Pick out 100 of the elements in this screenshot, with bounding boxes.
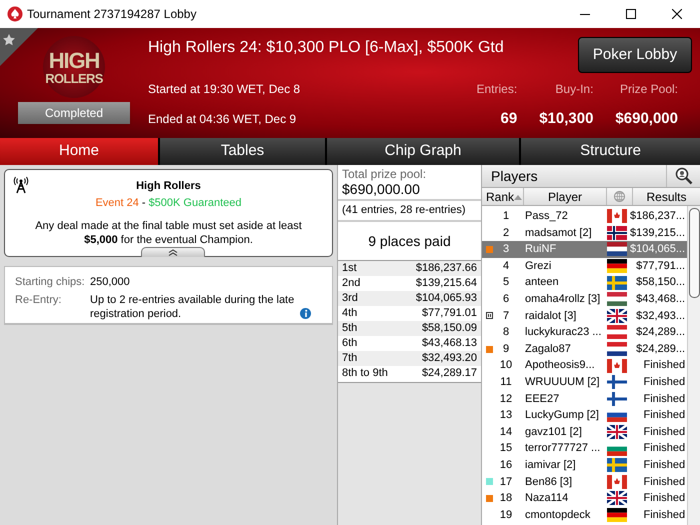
player-name: luckykurac23 ...	[524, 325, 602, 340]
detail-label: Starting chips:	[15, 275, 86, 289]
spade-logo-icon	[7, 6, 23, 22]
entries-summary: (41 entries, 28 re-entries)	[338, 201, 481, 222]
result-cell-text: Finished	[642, 474, 686, 490]
detail-label: Re-Entry:	[15, 293, 62, 308]
rank-cell-text: 18	[498, 491, 514, 506]
logo-text: HIGH	[48, 50, 100, 72]
rank-cell-text: 15	[498, 441, 514, 456]
rank-cell-text: 1	[502, 209, 510, 224]
rank-cell-text: 5	[502, 275, 510, 290]
stat-value: $690,000	[615, 109, 678, 129]
column-header[interactable]: Player	[524, 188, 607, 205]
scroll-thumb[interactable]	[688, 208, 700, 298]
rank-cell-text: 16	[498, 458, 514, 473]
prize-place: 4th	[342, 306, 358, 322]
window-title: Tournament 2737194287 Lobby	[27, 6, 196, 23]
rank-cell-text: 14	[498, 424, 514, 440]
player-name: Ben86 [3]	[524, 474, 574, 490]
tab[interactable]: Structure	[521, 138, 700, 165]
flag-icon	[607, 474, 627, 489]
player-name: WRUUUUM [2]	[524, 374, 601, 390]
player-name: RuiNF	[524, 242, 558, 258]
scrollbar[interactable]	[687, 206, 700, 525]
column-header[interactable]: Results	[633, 188, 700, 205]
result-cell-text: $24,289...	[635, 325, 686, 340]
stat-label: Prize Pool:	[620, 81, 678, 98]
player-name: Grezi	[524, 258, 552, 274]
tab[interactable]: Chip Graph	[327, 138, 519, 165]
collapse-button[interactable]	[141, 247, 205, 257]
player-name: Apotheosis9...	[524, 358, 596, 374]
result-cell-text: Finished	[642, 508, 686, 523]
star-icon[interactable]	[0, 28, 40, 68]
flag-icon	[607, 375, 627, 390]
rank-cell-text: 17	[498, 474, 514, 490]
tab[interactable]: Tables	[160, 138, 325, 165]
player-name: gavz101 [2]	[524, 424, 583, 440]
guarantee-text: $500K Guaranteed	[148, 196, 242, 210]
result-cell-text: Finished	[642, 392, 686, 407]
stat-label: Entries:	[476, 81, 518, 98]
flag-icon	[607, 342, 627, 356]
prize-amount: $58,150.09	[422, 321, 477, 336]
result-cell-text: Finished	[642, 358, 686, 374]
result-cell-text: Finished	[642, 491, 686, 506]
flag-icon	[607, 491, 627, 506]
detail-value: 250,000	[90, 275, 131, 289]
panel-title: Players	[490, 166, 539, 186]
result-cell-text: $186,237...	[630, 209, 686, 224]
rank-cell-text: 2	[502, 226, 510, 241]
player-name: iamivar [2]	[524, 458, 577, 473]
poker-lobby-button[interactable]: Poker Lobby	[578, 37, 692, 73]
flag-icon	[607, 325, 627, 340]
sort-arrow-icon	[514, 194, 522, 200]
prize-amount: $186,237.66	[416, 261, 477, 276]
globe-icon	[614, 191, 625, 202]
flag-icon	[607, 425, 627, 440]
tab[interactable]: Home	[0, 138, 158, 165]
rank-cell-text: 12	[498, 392, 514, 407]
prize-pool-label: Total prize pool:	[342, 167, 428, 181]
player-name: madsamot [2]	[524, 226, 593, 241]
result-cell-text: $32,493...	[635, 308, 686, 324]
info-icon[interactable]	[300, 308, 311, 319]
flag-icon	[607, 458, 627, 472]
rank-cell-text: 4	[502, 258, 510, 274]
prize-place: 3rd	[342, 291, 358, 306]
rank-cell-text: 9	[502, 342, 510, 357]
player-name: LuckyGump [2]	[524, 408, 600, 424]
prize-place: 5th	[342, 321, 358, 336]
stat-value: 69	[500, 109, 518, 129]
player-name: EEE27	[524, 392, 560, 407]
result-cell-text: $24,289...	[635, 342, 686, 357]
prize-amount: $104,065.93	[416, 291, 477, 306]
player-name: omaha4rollz [3]	[524, 292, 602, 308]
rank-cell-text: 10	[498, 358, 514, 374]
result-cell-text: $58,150...	[635, 275, 686, 290]
flag-icon	[607, 226, 627, 240]
start-time: Started at 19:30 WET, Dec 8	[148, 81, 302, 98]
prize-amount: $24,289.17	[422, 366, 477, 382]
result-cell-text: $104,065...	[630, 242, 686, 258]
stat-value: $10,300	[539, 109, 594, 129]
prize-amount: $77,791.01	[422, 306, 477, 322]
player-name: terror777727 ...	[524, 441, 602, 456]
flag-icon	[607, 358, 627, 373]
flag-icon	[607, 276, 627, 290]
result-cell-text: $139,215...	[630, 226, 686, 241]
player-name: Naza114	[524, 491, 570, 506]
prize-amount: $43,468.13	[422, 336, 477, 352]
rank-cell-text: 6	[502, 292, 510, 308]
column-header[interactable]: Rank	[482, 188, 524, 205]
prize-amount: $139,215.64	[416, 276, 477, 292]
flag-icon	[607, 259, 627, 274]
detail-value: Up to 2 re-entries available during the late registration period.	[90, 293, 296, 321]
result-cell-text: Finished	[642, 441, 686, 456]
player-name: cmontopdeck	[524, 508, 592, 523]
rank-cell-text: 8	[502, 325, 510, 340]
deal-notice: Any deal made at the final table must set aside at least $5,000 for the eventual Champion.	[34, 219, 303, 247]
chevrons-up-icon	[168, 249, 178, 256]
player-row[interactable]: 3 RuiNF $104,065...	[482, 241, 688, 258]
result-cell-text: Finished	[642, 408, 686, 424]
rank-cell-text: 13	[498, 408, 514, 424]
